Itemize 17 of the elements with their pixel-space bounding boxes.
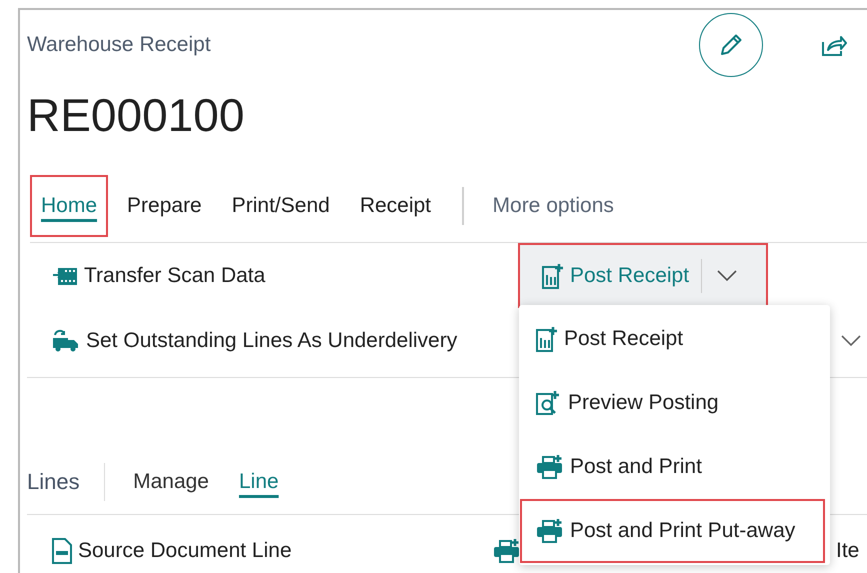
action-button[interactable]: Source Document Line bbox=[52, 538, 292, 564]
more-options-tab[interactable]: More options bbox=[482, 175, 625, 237]
action-tab[interactable]: Receipt bbox=[348, 175, 442, 237]
section-tab[interactable]: Manage bbox=[133, 470, 209, 494]
section-tab[interactable]: Line bbox=[238, 470, 279, 494]
action-button[interactable]: Set Outstanding Lines As Underdelivery bbox=[52, 328, 458, 352]
split-button[interactable]: Post Receipt bbox=[518, 243, 768, 308]
action-button[interactable]: Ite bbox=[836, 539, 860, 563]
action-tab[interactable]: Prepare bbox=[116, 175, 213, 237]
action-tab[interactable]: Print/Send bbox=[220, 175, 341, 237]
section-title: Lines bbox=[27, 469, 80, 495]
record-number: RE000100 bbox=[27, 88, 246, 143]
action-tab[interactable]: Home bbox=[30, 175, 108, 237]
page-caption: Warehouse Receipt bbox=[27, 33, 212, 57]
action-button[interactable]: Transfer Scan Data bbox=[52, 264, 266, 288]
menu-item[interactable]: Post and Print Put-away bbox=[520, 499, 825, 563]
post-receipt-button[interactable]: Post Receipt bbox=[520, 258, 702, 292]
